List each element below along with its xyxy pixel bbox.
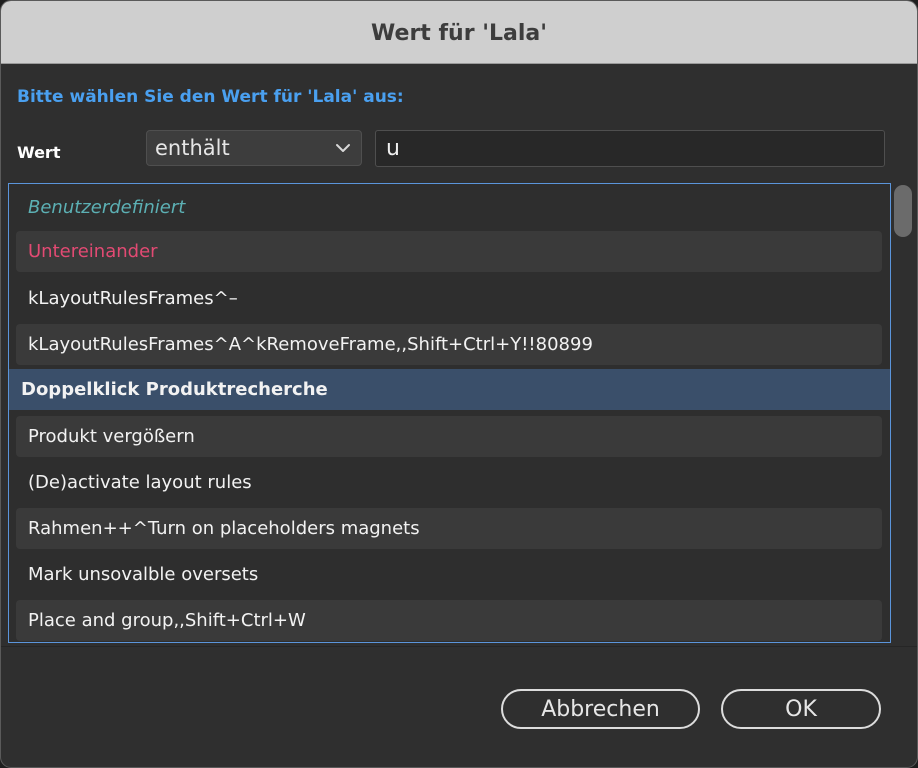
list-item[interactable]: (De)activate layout rules <box>16 462 882 503</box>
operator-select[interactable]: enthält <box>146 130 362 166</box>
ok-button[interactable]: OK <box>721 689 881 729</box>
divider <box>1 646 917 647</box>
list-item[interactable]: Place and group,,Shift+Ctrl+W <box>16 600 882 641</box>
list-item[interactable]: Produkt vergößern <box>16 416 882 457</box>
value-list[interactable]: Benutzerdefiniert Untereinander kLayoutRul… <box>8 183 891 643</box>
list-item[interactable]: Mark unsovalble oversets <box>16 554 882 595</box>
list-item-selected[interactable]: Doppelklick Produktrecherche <box>9 369 890 410</box>
list-item[interactable]: Untereinander <box>16 231 882 272</box>
dialog-title: Wert für 'Lala' <box>371 20 547 46</box>
operator-select-value: enthält <box>155 136 230 160</box>
dialog-window: Wert für 'Lala' Bitte wählen Sie den Wer… <box>0 0 918 768</box>
chevron-down-icon <box>336 144 350 152</box>
title-bar[interactable]: Wert für 'Lala' <box>1 1 917 64</box>
list-scrollbar[interactable] <box>894 185 912 643</box>
scrollbar-thumb[interactable] <box>894 185 912 237</box>
list-item[interactable]: kLayoutRulesFrames^A^kRemoveFrame,,Shift… <box>16 324 882 365</box>
prompt-text: Bitte wählen Sie den Wert für 'Lala' aus… <box>17 87 404 107</box>
cancel-button[interactable]: Abbrechen <box>501 689 700 729</box>
wert-label: Wert <box>17 143 61 162</box>
list-item[interactable]: Rahmen++^Turn on placeholders magnets <box>16 508 882 549</box>
value-input[interactable] <box>375 130 885 167</box>
list-item[interactable]: Benutzerdefiniert <box>16 187 882 228</box>
list-item[interactable]: kLayoutRulesFrames^– <box>16 278 882 319</box>
